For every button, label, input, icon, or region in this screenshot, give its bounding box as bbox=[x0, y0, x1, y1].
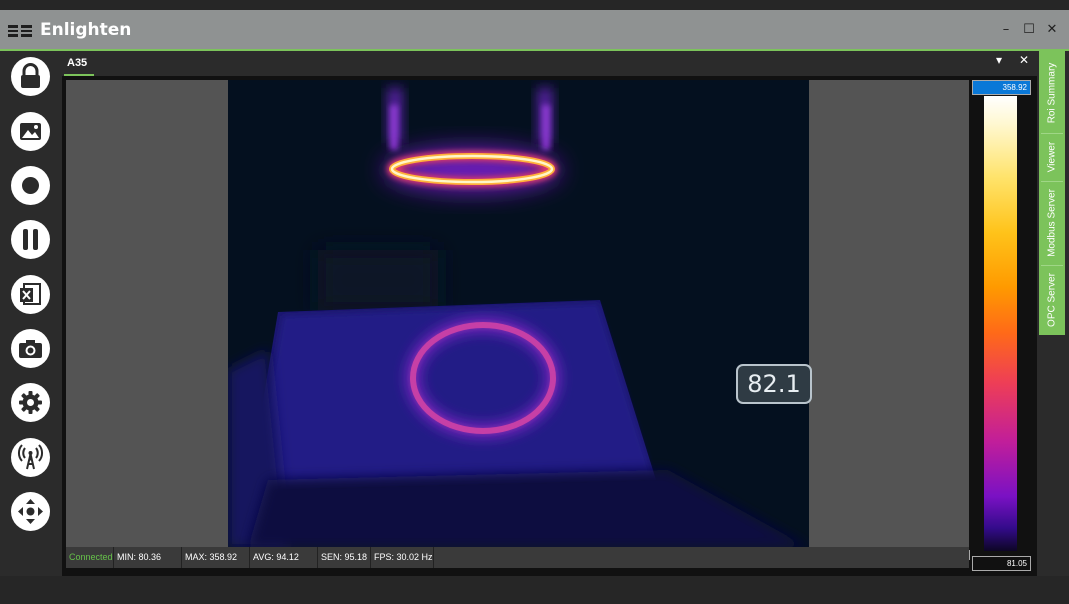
minimize-button[interactable]: – bbox=[996, 20, 1016, 40]
settings-gear-icon bbox=[19, 391, 42, 414]
close-window-button[interactable]: ✕ bbox=[1042, 20, 1062, 40]
image-button[interactable] bbox=[11, 112, 50, 151]
pause-button[interactable] bbox=[11, 220, 50, 259]
left-toolbar bbox=[0, 51, 62, 576]
broadcast-tower-icon bbox=[18, 444, 43, 470]
tab-a35[interactable]: A35 bbox=[64, 55, 94, 76]
tab-separator bbox=[1041, 133, 1063, 134]
thermal-scene bbox=[228, 80, 809, 548]
tab-viewer-label: Viewer bbox=[1046, 141, 1058, 173]
scale-tick bbox=[969, 550, 970, 560]
image-area: 82.1 bbox=[66, 80, 969, 548]
tab-separator bbox=[1041, 265, 1063, 266]
scale-gradient-bar bbox=[984, 96, 1017, 551]
roi-temperature-label[interactable]: 82.1 bbox=[736, 364, 812, 404]
broadcast-button[interactable] bbox=[11, 438, 50, 477]
scale-min-value[interactable]: 81.05 bbox=[972, 556, 1031, 571]
tab-menu-icon[interactable]: ▾ bbox=[996, 53, 1002, 67]
maximize-button[interactable]: ☐ bbox=[1019, 20, 1039, 40]
bottom-strip bbox=[0, 576, 1069, 604]
status-bar: Connected MIN: 80.36 MAX: 358.92 AVG: 94… bbox=[66, 547, 969, 568]
thermal-image[interactable] bbox=[228, 80, 809, 548]
connection-status: Connected bbox=[66, 547, 114, 568]
app-logo-icon bbox=[8, 25, 32, 37]
camera-icon bbox=[19, 340, 42, 358]
excel-export-icon bbox=[20, 283, 41, 305]
tab-roi-summary[interactable]: Roi Summary bbox=[1039, 55, 1065, 131]
viewer-tab-header: A35 ▾ ✕ bbox=[62, 51, 1037, 76]
top-strip bbox=[0, 0, 1069, 10]
snapshot-button[interactable] bbox=[11, 329, 50, 368]
color-scale: 358.92 81.05 bbox=[969, 80, 1037, 572]
tab-roi-summary-label: Roi Summary bbox=[1046, 62, 1058, 124]
scale-max-value[interactable]: 358.92 bbox=[972, 80, 1031, 95]
thermal-viewer: 82.1 Connected MIN: 80.36 MAX: 358.92 AV… bbox=[62, 76, 1037, 576]
tab-close-icon[interactable]: ✕ bbox=[1019, 53, 1029, 67]
pause-icon bbox=[23, 229, 38, 250]
sensor-temperature: SEN: 95.18 bbox=[318, 547, 371, 568]
tab-opc-server[interactable]: OPC Server bbox=[1039, 267, 1065, 333]
record-icon bbox=[22, 177, 39, 194]
app-window: Enlighten – ☐ ✕ A35 ▾ ✕ 82.1 Connected M… bbox=[0, 0, 1069, 604]
move-arrows-icon bbox=[18, 499, 43, 524]
tab-separator bbox=[1041, 181, 1063, 182]
min-temperature: MIN: 80.36 bbox=[114, 547, 182, 568]
tab-modbus-server[interactable]: Modbus Server bbox=[1039, 183, 1065, 263]
side-panel-tabs: Roi Summary Viewer Modbus Server OPC Ser… bbox=[1037, 51, 1069, 576]
lock-icon bbox=[21, 63, 40, 88]
move-button[interactable] bbox=[11, 492, 50, 531]
title-bar: Enlighten – ☐ ✕ bbox=[0, 10, 1069, 51]
excel-export-button[interactable] bbox=[11, 275, 50, 314]
tab-opc-server-label: OPC Server bbox=[1046, 273, 1058, 327]
max-temperature: MAX: 358.92 bbox=[182, 547, 250, 568]
tab-modbus-server-label: Modbus Server bbox=[1046, 189, 1058, 257]
lock-button[interactable] bbox=[11, 57, 50, 96]
settings-button[interactable] bbox=[11, 383, 50, 422]
record-button[interactable] bbox=[11, 166, 50, 205]
tab-viewer[interactable]: Viewer bbox=[1039, 135, 1065, 179]
image-icon bbox=[20, 123, 41, 140]
avg-temperature: AVG: 94.12 bbox=[250, 547, 318, 568]
fps-readout: FPS: 30.02 Hz bbox=[371, 547, 434, 568]
app-title: Enlighten bbox=[40, 20, 132, 40]
